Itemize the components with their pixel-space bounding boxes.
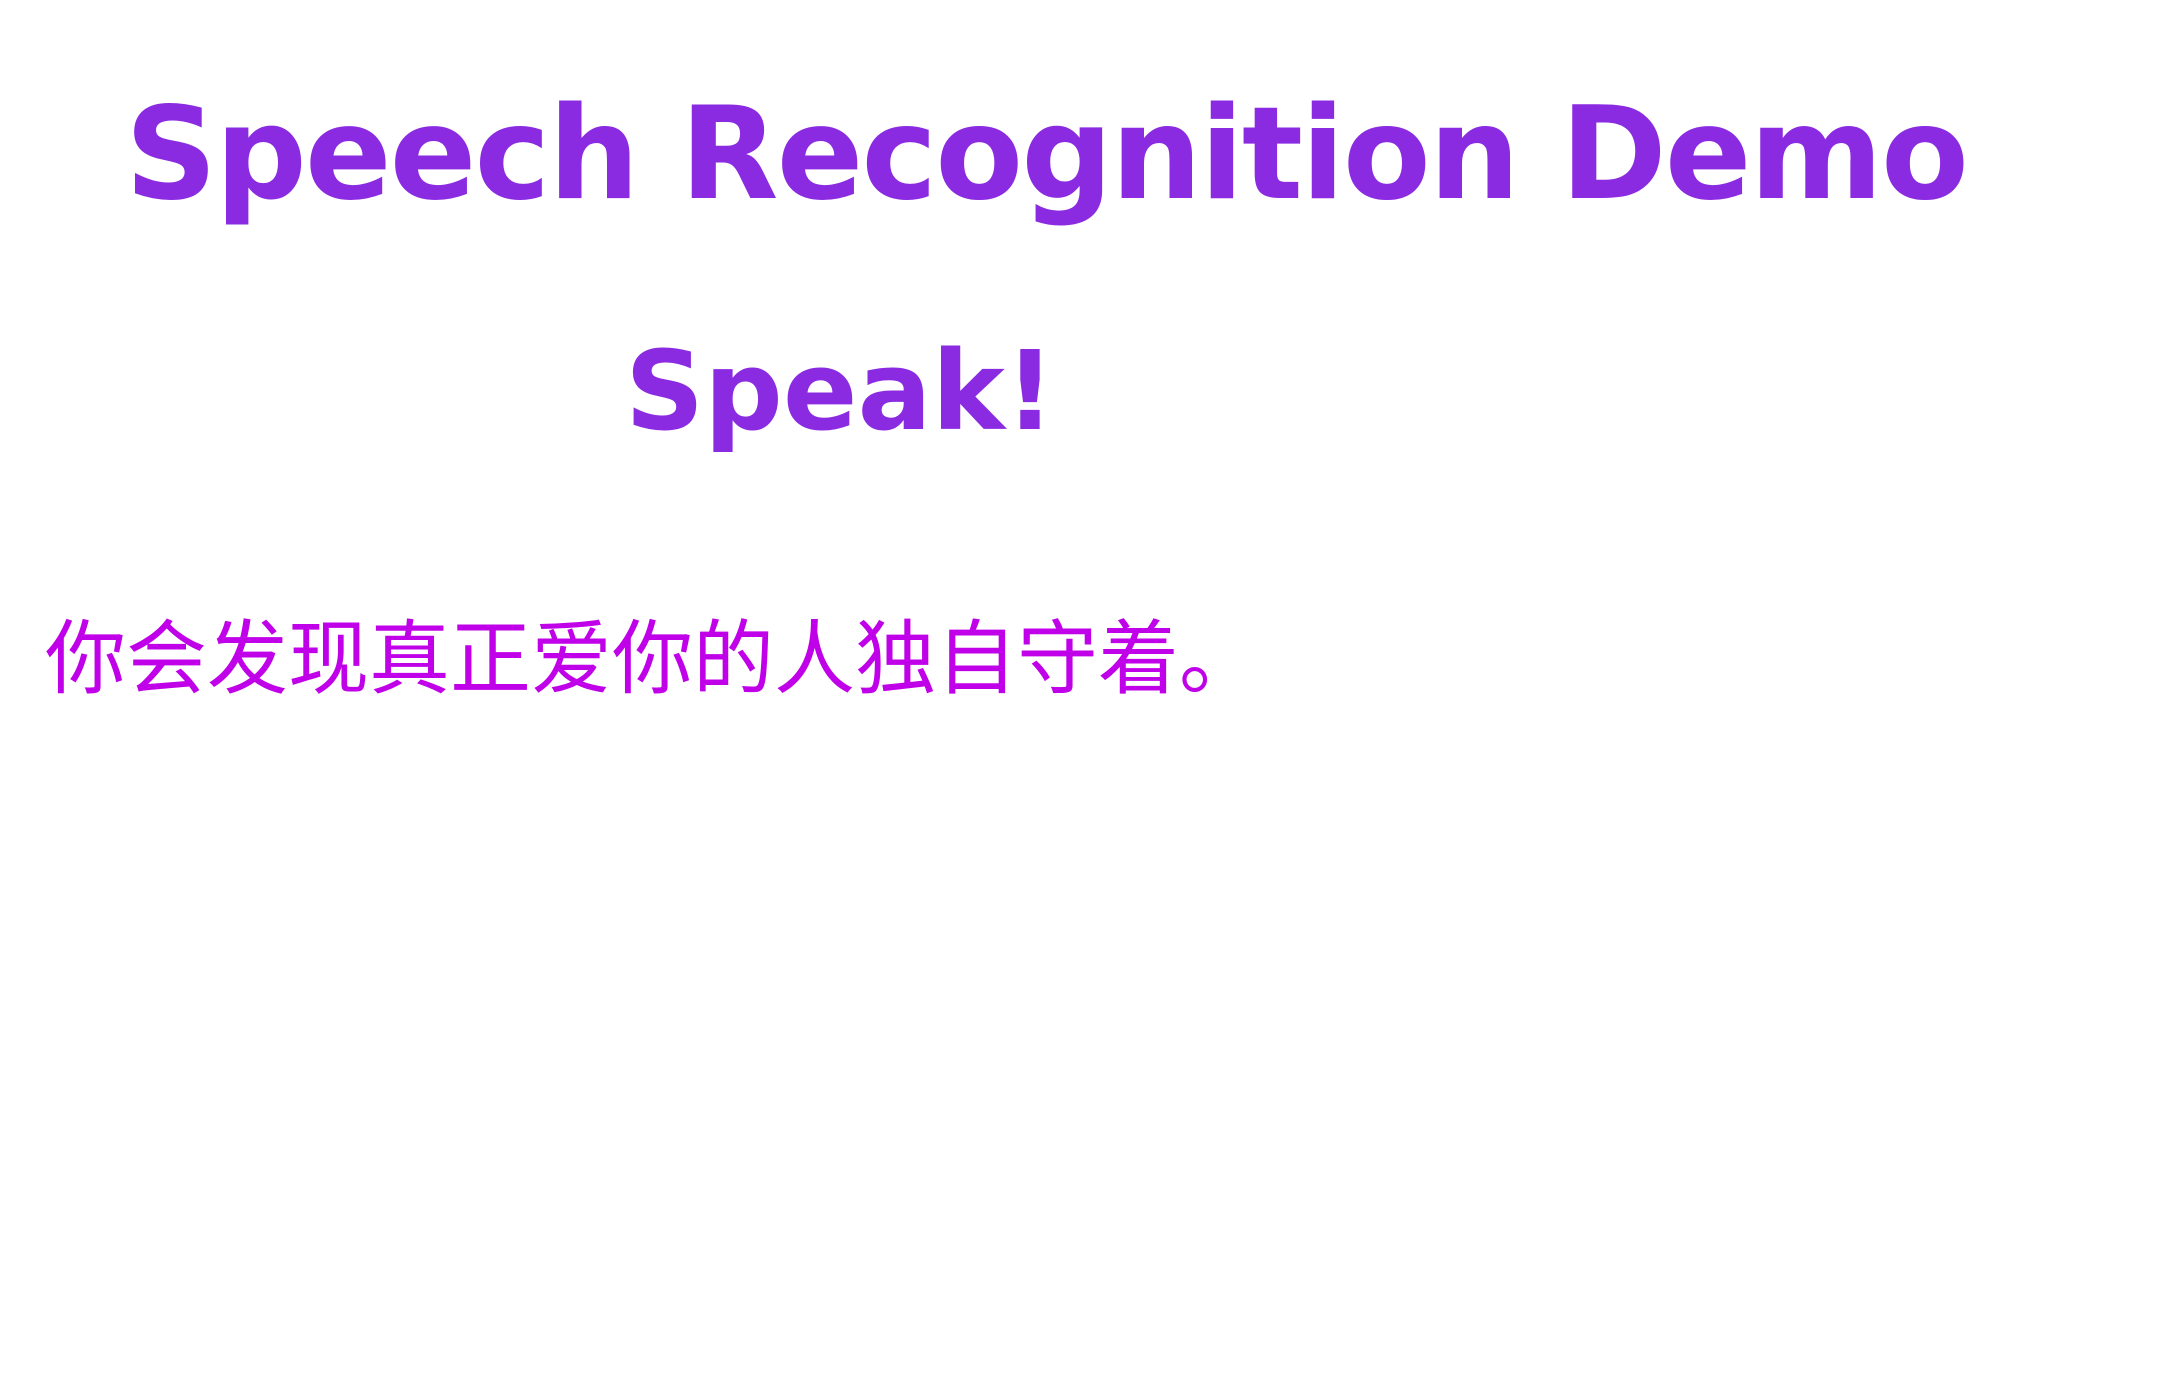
speak-button[interactable]: Speak!: [0, 325, 1680, 457]
transcript-text: 你会发现真正爱你的人独自守着。: [45, 613, 1261, 707]
page-title: Speech Recognition Demo: [125, 80, 1969, 229]
